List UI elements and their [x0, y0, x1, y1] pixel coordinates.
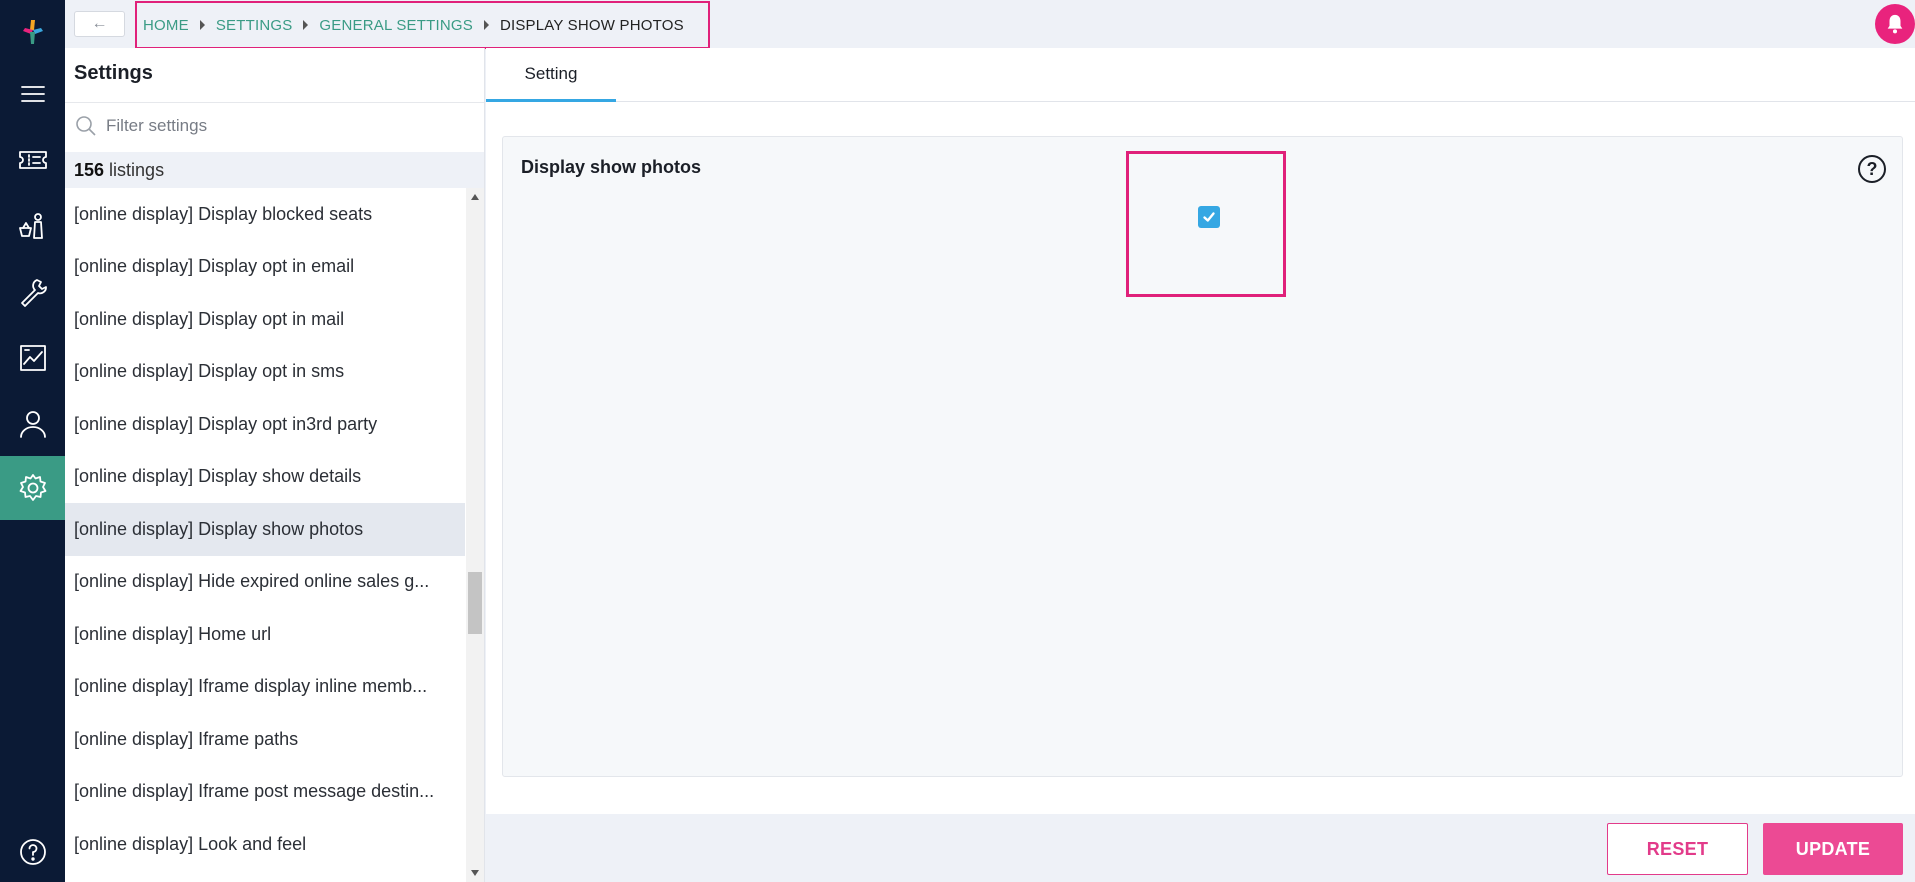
hamburger-menu-icon[interactable]	[0, 62, 65, 126]
list-item-selected[interactable]: [online display] Display show photos	[65, 503, 465, 556]
scroll-up-icon[interactable]	[471, 194, 479, 200]
list-item[interactable]: [online display] Display show details	[65, 451, 465, 504]
list-item[interactable]: [online display] Iframe paths	[65, 713, 465, 766]
filter-bar	[65, 102, 484, 148]
list-item[interactable]: [online display] Display blocked seats	[65, 188, 465, 241]
tab-setting[interactable]: Setting	[486, 48, 616, 102]
list-item[interactable]: [online display] Display opt in sms	[65, 346, 465, 399]
list-item[interactable]: [online display] Iframe display inline m…	[65, 661, 465, 714]
list-item[interactable]: [online display] Iframe post message des…	[65, 766, 465, 819]
top-bar: ← HOME SETTINGS GENERAL SETTINGS DISPLAY…	[65, 0, 1915, 49]
breadcrumb-current: DISPLAY SHOW PHOTOS	[499, 16, 684, 34]
help-question-icon[interactable]: ?	[1858, 155, 1886, 183]
list-scrollbar[interactable]	[466, 188, 484, 882]
reset-button[interactable]: RESET	[1607, 823, 1748, 875]
listings-count-number: 156	[74, 159, 105, 180]
breadcrumb-settings[interactable]: SETTINGS	[216, 17, 293, 34]
tab-bar: Setting	[486, 48, 1915, 102]
action-footer: RESET UPDATE	[486, 814, 1915, 882]
ticket-icon[interactable]	[0, 128, 65, 192]
breadcrumb-home[interactable]: HOME	[143, 17, 189, 34]
settings-gear-icon[interactable]	[0, 456, 65, 520]
list-item[interactable]: [online display] Home url	[65, 608, 465, 661]
list-item[interactable]: [online display] Display opt in3rd party	[65, 398, 465, 451]
list-item[interactable]: [online display] Hide expired online sal…	[65, 556, 465, 609]
back-button[interactable]: ←	[74, 11, 125, 37]
panel-title: Settings	[74, 62, 153, 84]
setting-card: Display show photos ?	[502, 136, 1903, 777]
user-icon[interactable]	[0, 392, 65, 456]
scrollbar-thumb[interactable]	[468, 572, 482, 634]
settings-list-panel: Settings 156 listings [online display] D…	[65, 48, 485, 882]
notification-bell-icon[interactable]	[1875, 4, 1915, 44]
help-circle-icon[interactable]	[0, 820, 65, 882]
shop-basket-icon[interactable]	[0, 194, 65, 258]
settings-list: [online display] Display blocked seats […	[65, 188, 465, 882]
display-show-photos-checkbox[interactable]	[1198, 206, 1220, 228]
search-icon	[76, 115, 96, 136]
breadcrumb-general-settings[interactable]: GENERAL SETTINGS	[319, 17, 473, 34]
breadcrumb-separator-icon	[199, 20, 205, 30]
reports-chart-icon[interactable]	[0, 326, 65, 390]
app-logo-icon[interactable]	[0, 0, 65, 64]
list-item[interactable]: [online display] Display opt in mail	[65, 293, 465, 346]
checkmark-icon	[1203, 212, 1215, 222]
breadcrumb-separator-icon	[483, 20, 489, 30]
scroll-down-icon[interactable]	[471, 870, 479, 876]
listings-count: 156 listings	[65, 152, 484, 188]
filter-settings-input[interactable]	[106, 115, 466, 136]
setting-label: Display show photos	[521, 157, 702, 177]
breadcrumb-separator-icon	[303, 20, 309, 30]
breadcrumb: HOME SETTINGS GENERAL SETTINGS DISPLAY S…	[135, 1, 710, 49]
list-item[interactable]: [online display] Look and feel	[65, 818, 465, 871]
update-button[interactable]: UPDATE	[1763, 823, 1903, 875]
list-item[interactable]: [online display] Display opt in email	[65, 241, 465, 294]
icon-rail	[0, 0, 65, 882]
setting-detail: Setting Display show photos ?	[486, 48, 1915, 814]
wrench-icon[interactable]	[0, 260, 65, 324]
listings-count-label: listings	[109, 159, 165, 180]
checkbox-highlight	[1126, 151, 1286, 297]
